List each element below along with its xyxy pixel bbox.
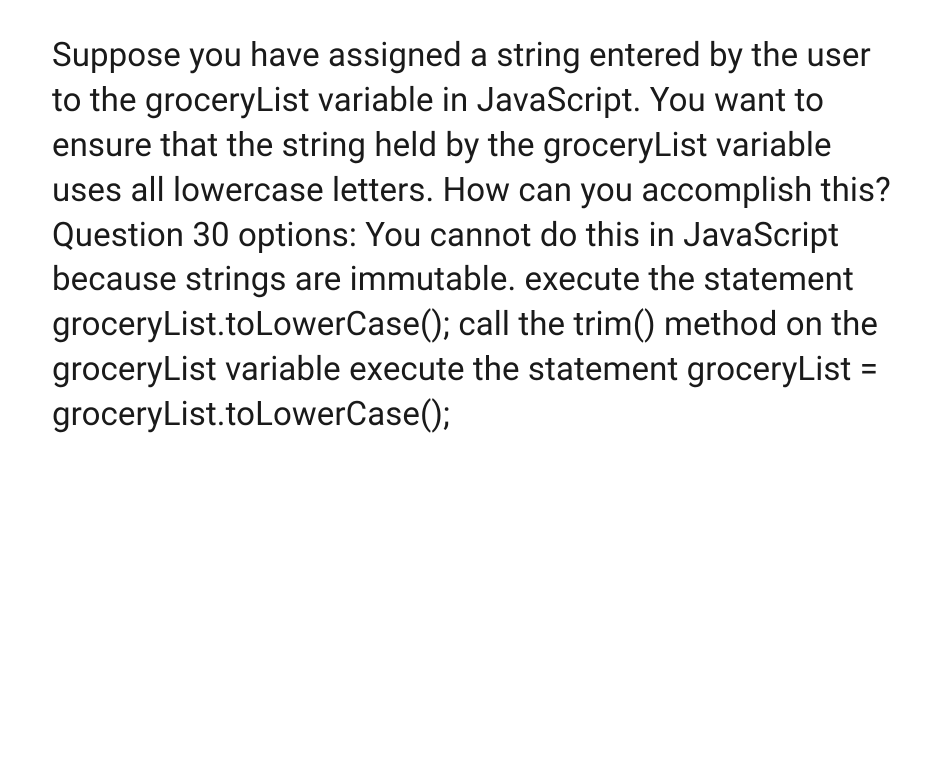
question-body-text: Suppose you have assigned a string enter…	[52, 34, 908, 438]
document-page: Suppose you have assigned a string enter…	[0, 0, 944, 472]
